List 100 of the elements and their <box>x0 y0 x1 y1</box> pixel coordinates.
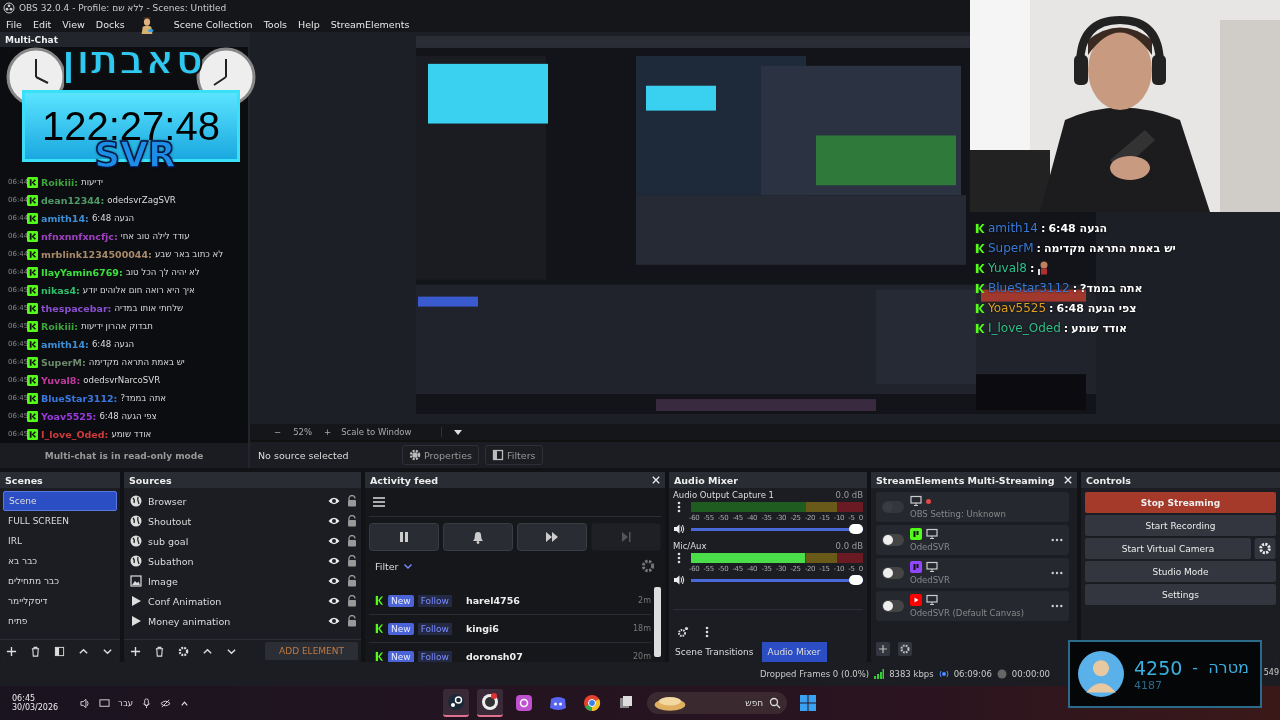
scale-dropdown[interactable]: Scale to Window <box>341 427 443 437</box>
caret-icon[interactable] <box>454 429 463 435</box>
eye-icon[interactable] <box>328 575 340 587</box>
filters-button[interactable]: Filters <box>485 445 543 465</box>
toggle-switch[interactable] <box>882 534 904 546</box>
source-item[interactable]: Conf Animation <box>148 595 322 607</box>
close-icon[interactable] <box>1064 476 1072 484</box>
filter-icon[interactable] <box>54 645 65 657</box>
eye-icon[interactable] <box>328 595 340 607</box>
filter-dropdown[interactable]: Filter <box>375 560 399 572</box>
scene-item[interactable]: פתיח <box>3 611 117 631</box>
output-name: OBS Setting: Unknown <box>910 509 1007 519</box>
eye-icon[interactable] <box>328 495 340 507</box>
properties-button[interactable]: Properties <box>402 445 479 465</box>
lock-icon[interactable] <box>346 615 358 627</box>
eye-icon[interactable] <box>328 555 340 567</box>
source-item[interactable]: Browser <box>148 495 322 507</box>
settings-button[interactable] <box>1254 538 1276 559</box>
pause-button[interactable] <box>369 523 439 551</box>
eye-icon[interactable] <box>328 535 340 547</box>
speaker-icon[interactable] <box>673 523 685 535</box>
chat-username: amith14: <box>41 212 89 224</box>
control-button[interactable]: Settings <box>1085 584 1276 605</box>
lock-icon[interactable] <box>346 535 358 547</box>
menu-item[interactable]: Docks <box>95 18 125 30</box>
scrollbar[interactable] <box>654 587 661 657</box>
event-username: kingi6 <box>465 623 499 634</box>
follow-badge: Follow <box>417 622 452 635</box>
source-item[interactable]: Money animation <box>148 615 322 627</box>
monitor-icon <box>926 561 938 573</box>
toggle-switch[interactable] <box>882 567 904 579</box>
lock-icon[interactable] <box>346 515 358 527</box>
chevron-icon[interactable] <box>402 561 413 571</box>
eye-icon[interactable] <box>328 615 340 627</box>
tab[interactable]: Audio Mixer <box>761 642 827 662</box>
dock-title: Activity feed <box>370 474 439 486</box>
add-icon[interactable] <box>130 645 141 657</box>
speaker-icon[interactable] <box>80 697 92 709</box>
control-button[interactable]: Start Recording <box>1085 515 1276 536</box>
hidden-icon[interactable] <box>160 697 172 709</box>
toggle-switch[interactable] <box>882 600 904 612</box>
volume-slider[interactable] <box>691 524 863 534</box>
microphone-icon[interactable] <box>141 697 153 709</box>
settings-button[interactable] <box>898 642 912 656</box>
volume-slider[interactable] <box>691 575 863 585</box>
add-icon[interactable] <box>6 645 17 657</box>
lock-icon[interactable] <box>346 575 358 587</box>
add-button[interactable] <box>876 642 890 656</box>
scene-item[interactable]: דיסקליימר <box>3 591 117 611</box>
control-button[interactable]: Start Virtual Camera <box>1085 538 1251 559</box>
more-icon[interactable] <box>1051 604 1063 608</box>
scene-item[interactable]: FULL SCREEN <box>3 511 117 531</box>
monitor-icon[interactable] <box>99 697 111 709</box>
control-button[interactable]: Studio Mode <box>1085 561 1276 582</box>
steam-icon[interactable] <box>443 689 470 717</box>
more-icon[interactable] <box>1051 538 1063 542</box>
menu-item[interactable]: Edit <box>32 18 52 30</box>
source-item[interactable]: Shoutout <box>148 515 322 527</box>
eye-icon[interactable] <box>328 515 340 527</box>
chat-separator: : <box>1063 321 1069 335</box>
lock-icon[interactable] <box>346 495 358 507</box>
add-element-button[interactable]: ADD ELEMENT <box>265 642 358 660</box>
control-button[interactable]: Stop Streaming <box>1085 492 1276 513</box>
menu-item[interactable]: View <box>62 18 85 30</box>
speaker-icon[interactable] <box>673 574 685 586</box>
zoom-in-button[interactable]: + <box>324 427 332 437</box>
scene-item[interactable]: כבר מתחילים <box>3 571 117 591</box>
kick-icon <box>27 338 38 350</box>
scene-item[interactable]: IRL <box>3 531 117 551</box>
search-icon <box>769 697 782 709</box>
settings-icon[interactable] <box>677 626 689 638</box>
menu-item[interactable]: StreamElements <box>330 18 410 30</box>
lock-icon[interactable] <box>346 595 358 607</box>
source-item[interactable]: sub goal <box>148 535 322 547</box>
menu-icon[interactable] <box>373 496 385 508</box>
skip-button[interactable] <box>517 523 587 551</box>
kick-icon <box>373 595 384 606</box>
chat-message: צפי הגעה 6:48 <box>99 411 157 422</box>
menu-item[interactable]: Scene Collection <box>173 18 253 30</box>
scene-item[interactable]: Scene <box>3 491 117 511</box>
trash-icon[interactable] <box>30 645 41 657</box>
obs-app-icon[interactable] <box>477 689 504 717</box>
chat-message: יש באמת התראה מקדימה <box>1043 241 1176 255</box>
scene-item[interactable]: כבר בא <box>3 551 117 571</box>
source-item[interactable]: Image <box>148 575 322 587</box>
lock-icon[interactable] <box>346 555 358 567</box>
pastry-icon <box>653 694 688 712</box>
menu-item[interactable]: Help <box>298 18 320 30</box>
trash-icon[interactable] <box>154 645 165 657</box>
zoom-out-button[interactable]: − <box>274 427 282 437</box>
menu-item[interactable]: Tools <box>263 18 288 30</box>
chat-message: תבדוק אהרון ידיעות <box>81 321 153 332</box>
more-icon[interactable] <box>1051 571 1063 575</box>
bell-button[interactable] <box>443 523 513 551</box>
menu-item[interactable]: File <box>6 18 22 30</box>
cpu-reading: 549 <box>1263 668 1279 677</box>
keyboard-language[interactable]: עבר <box>118 698 134 708</box>
close-icon[interactable] <box>652 476 660 484</box>
source-item[interactable]: Subathon <box>148 555 322 567</box>
search-field[interactable]: חפש <box>647 692 788 714</box>
